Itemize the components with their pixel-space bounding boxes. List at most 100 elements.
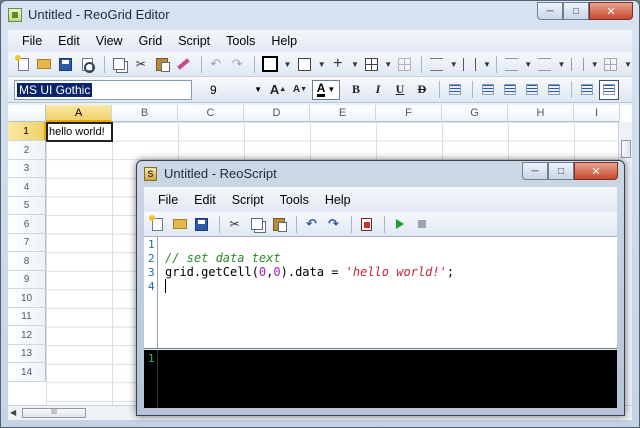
font-size-combobox[interactable]: 9 ▼ (206, 80, 262, 100)
open-button[interactable] (35, 55, 53, 74)
script-maximize-button[interactable]: □ (548, 162, 574, 180)
chevron-down-icon[interactable]: ▼ (591, 60, 599, 69)
print-preview-button[interactable] (78, 55, 96, 74)
scroll-left-arrow-icon[interactable]: ◀ (10, 408, 16, 417)
script-new-button[interactable] (148, 214, 167, 234)
column-header-e[interactable]: E (310, 105, 376, 122)
new-button[interactable] (14, 54, 32, 74)
column-header-a[interactable]: A (46, 105, 112, 122)
horizontal-scroll-thumb[interactable]: III (22, 408, 86, 418)
shrink-font-button[interactable]: A ▼ (290, 80, 310, 100)
align-left-button[interactable] (478, 80, 498, 100)
row-header-13[interactable]: 13 (8, 345, 46, 363)
row-header-5[interactable]: 5 (8, 197, 46, 215)
row-header-2[interactable]: 2 (8, 141, 46, 160)
align-center-button[interactable] (500, 80, 520, 100)
row-header-7[interactable]: 7 (8, 234, 46, 252)
valign-top-button[interactable] (577, 80, 597, 100)
run-button[interactable] (390, 215, 409, 234)
grid-lines-button[interactable] (395, 55, 413, 74)
chevron-down-icon[interactable]: ▼ (624, 60, 632, 69)
script-copy-button[interactable] (247, 215, 266, 234)
row-header-12[interactable]: 12 (8, 326, 46, 345)
underline-button[interactable]: U (390, 80, 410, 100)
column-header-c[interactable]: C (178, 105, 244, 122)
row-header-1[interactable]: 1 (8, 122, 46, 141)
row-header-9[interactable]: 9 (8, 271, 46, 289)
grow-font-button[interactable]: A ▲ (268, 80, 288, 100)
script-open-button[interactable] (170, 215, 189, 234)
script-save-button[interactable] (192, 215, 211, 234)
chevron-down-icon[interactable]: ▼ (483, 60, 491, 69)
border-inside-button[interactable]: + (329, 55, 347, 74)
column-header-i[interactable]: I (574, 105, 620, 122)
menu-view[interactable]: View (88, 34, 131, 48)
script-close-button[interactable]: ✕ (574, 162, 618, 180)
menu-grid[interactable]: Grid (131, 34, 171, 48)
font-name-combobox[interactable]: MS UI Gothic (14, 79, 192, 100)
script-undo-button[interactable]: ↶ (302, 215, 321, 234)
script-menu-edit[interactable]: Edit (186, 193, 224, 207)
main-titlebar[interactable]: Untitled - ReoGrid Editor ─ □ ✕ (1, 1, 639, 29)
line-style-2-button[interactable] (535, 55, 553, 74)
bold-button[interactable]: B (346, 80, 366, 100)
column-header-f[interactable]: F (376, 105, 442, 122)
maximize-button[interactable]: □ (563, 2, 589, 20)
chevron-down-icon[interactable]: ▼ (318, 60, 326, 69)
line-style-3-button[interactable] (568, 55, 586, 74)
select-all-corner[interactable] (8, 105, 46, 122)
script-titlebar[interactable]: S Untitled - ReoScript ─ □ ✕ (137, 161, 624, 187)
script-menu-script[interactable]: Script (224, 193, 272, 207)
chevron-down-icon[interactable]: ▼ (450, 60, 458, 69)
row-header-4[interactable]: 4 (8, 178, 46, 197)
paste-button[interactable] (153, 55, 171, 74)
copy-button[interactable] (110, 55, 128, 74)
chevron-down-icon[interactable]: ▼ (351, 60, 359, 69)
chevron-down-icon[interactable]: ▼ (384, 60, 392, 69)
script-editor[interactable]: 1 2 3 4 // set data text grid.getCell(0,… (144, 237, 617, 349)
vertical-scroll-thumb[interactable] (621, 140, 631, 158)
menu-tools[interactable]: Tools (218, 34, 263, 48)
stop-button[interactable] (412, 215, 431, 234)
undo-button[interactable]: ↶ (207, 55, 225, 74)
selected-cell-a1[interactable]: hello world! (46, 122, 113, 142)
border-all-button[interactable] (362, 55, 380, 74)
text-wrap-button[interactable] (445, 80, 465, 100)
script-cut-button[interactable]: ✂ (225, 215, 244, 234)
minimize-button[interactable]: ─ (537, 2, 563, 20)
line-style-1-button[interactable] (502, 55, 520, 74)
font-color-button[interactable]: A ▼ (312, 79, 340, 100)
menu-help[interactable]: Help (263, 34, 305, 48)
italic-button[interactable]: I (368, 80, 388, 100)
row-header-11[interactable]: 11 (8, 308, 46, 326)
chevron-down-icon[interactable]: ▼ (524, 60, 532, 69)
valign-middle-button[interactable] (599, 79, 619, 100)
script-console[interactable]: 1 (144, 350, 617, 408)
chevron-down-icon[interactable]: ▼ (558, 60, 566, 69)
strikethrough-button[interactable]: D (412, 80, 432, 100)
row-header-8[interactable]: 8 (8, 252, 46, 271)
column-header-d[interactable]: D (244, 105, 310, 122)
save-button[interactable] (57, 55, 75, 74)
menu-edit[interactable]: Edit (50, 34, 88, 48)
chevron-down-icon[interactable]: ▼ (283, 60, 291, 69)
column-header-b[interactable]: B (112, 105, 178, 122)
column-header-g[interactable]: G (442, 105, 508, 122)
script-menu-file[interactable]: File (150, 193, 186, 207)
merge-cells-button[interactable] (544, 80, 564, 100)
cut-button[interactable]: ✂ (132, 55, 150, 74)
row-header-14[interactable]: 14 (8, 363, 46, 382)
row-header-3[interactable]: 3 (8, 160, 46, 178)
line-vertical-button[interactable] (461, 55, 479, 74)
redo-button[interactable]: ↷ (228, 55, 246, 74)
row-header-6[interactable]: 6 (8, 215, 46, 234)
line-top-button[interactable] (427, 55, 445, 74)
align-right-button[interactable] (522, 80, 542, 100)
menu-file[interactable]: File (14, 34, 50, 48)
script-menu-tools[interactable]: Tools (272, 193, 317, 207)
line-style-4-button[interactable] (602, 55, 620, 74)
script-document-button[interactable] (357, 215, 376, 234)
close-button[interactable]: ✕ (589, 2, 633, 20)
border-outline-button[interactable] (295, 55, 313, 74)
format-brush-button[interactable] (174, 55, 192, 74)
